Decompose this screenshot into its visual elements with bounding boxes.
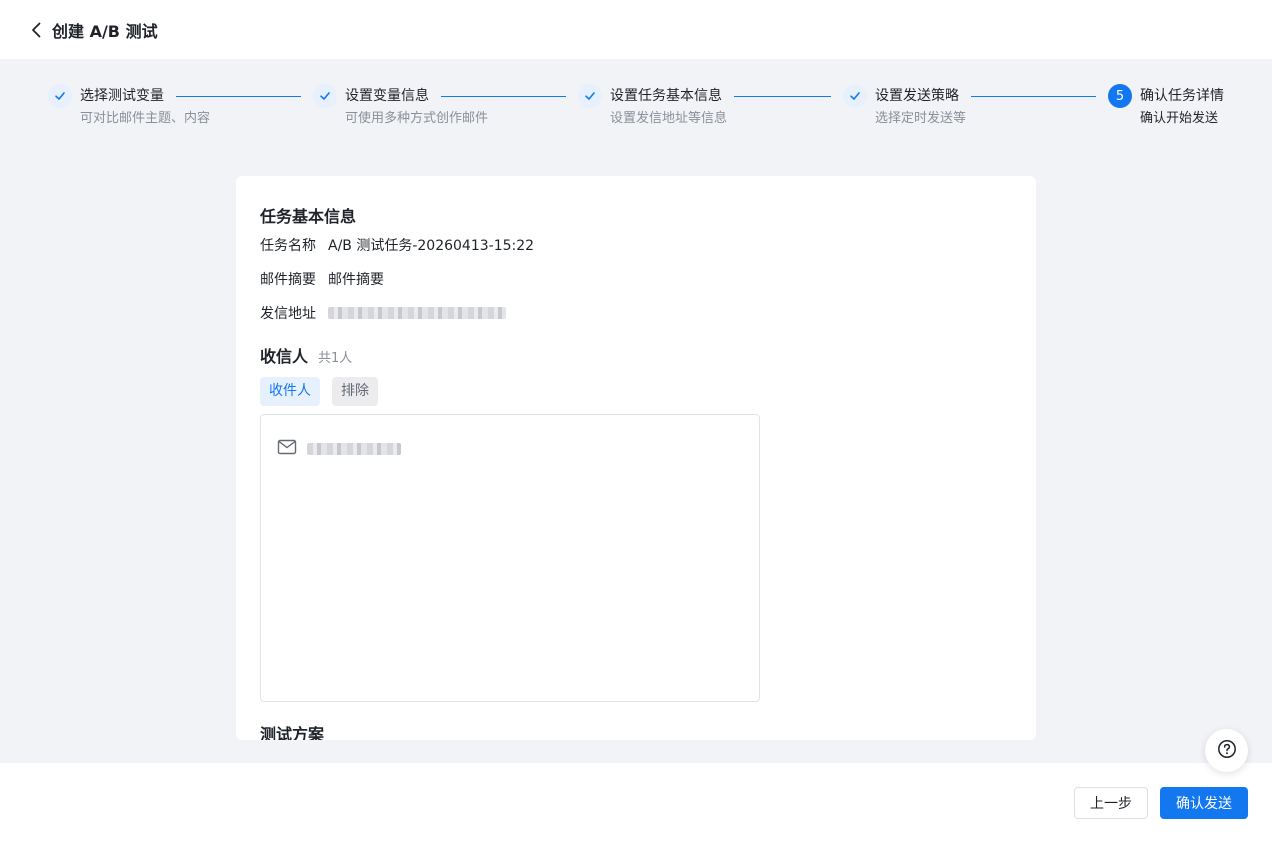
- test-plan-title: 测试方案: [260, 725, 325, 740]
- confirm-send-button[interactable]: 确认发送: [1160, 787, 1248, 819]
- recipients-count: 共1人: [318, 351, 353, 366]
- recipient-tabs: 收件人 排除: [260, 377, 378, 406]
- summary-field: 邮件摘要 邮件摘要: [260, 269, 384, 289]
- step-1: 选择测试变量 可对比邮件主题、内容: [48, 84, 210, 130]
- step-connector: [971, 96, 1096, 97]
- redacted-sender-address: [328, 307, 506, 319]
- sender-address-field: 发信地址: [260, 303, 506, 323]
- step-title: 设置变量信息: [345, 88, 429, 104]
- recipient-list[interactable]: [260, 414, 760, 702]
- list-item: [277, 439, 401, 459]
- mail-icon: [277, 439, 297, 459]
- step-desc: 设置发信地址等信息: [610, 111, 728, 126]
- step-title: 设置任务基本信息: [610, 88, 722, 104]
- field-label: 任务名称: [260, 238, 316, 254]
- step-desc: 选择定时发送等: [875, 111, 967, 126]
- page-title: 创建 A/B 测试: [52, 21, 158, 41]
- step-connector: [734, 96, 831, 97]
- back-arrow-icon[interactable]: [28, 21, 46, 39]
- recipients-title: 收信人 共1人: [260, 343, 352, 367]
- field-label: 邮件摘要: [260, 272, 316, 288]
- footer-bar: 上一步 确认发送: [0, 763, 1272, 843]
- check-icon: [48, 84, 72, 108]
- check-icon: [578, 84, 602, 108]
- tab-exclude[interactable]: 排除: [332, 377, 378, 406]
- step-4: 设置发送策略 选择定时发送等: [843, 84, 966, 130]
- check-icon: [843, 84, 867, 108]
- step-title: 确认任务详情: [1140, 88, 1224, 104]
- field-value: A/B 测试任务-20260413-15:22: [328, 238, 535, 254]
- basic-info-title: 任务基本信息: [260, 207, 357, 226]
- step-desc: 可使用多种方式创作邮件: [345, 111, 489, 126]
- help-icon: [1217, 739, 1237, 763]
- details-card: 任务基本信息 任务名称 A/B 测试任务-20260413-15:22 邮件摘要…: [236, 176, 1036, 740]
- page-header: 创建 A/B 测试: [0, 0, 1272, 59]
- task-name-field: 任务名称 A/B 测试任务-20260413-15:22: [260, 235, 534, 255]
- step-desc: 确认开始发送: [1140, 111, 1219, 126]
- step-number-badge: 5: [1108, 84, 1132, 108]
- redacted-recipient-email: [307, 443, 401, 455]
- field-value: 邮件摘要: [328, 272, 384, 288]
- step-5: 5 确认任务详情 确认开始发送: [1108, 84, 1224, 130]
- stepper: 选择测试变量 可对比邮件主题、内容 设置变量信息 可使用多种方式创作邮件 设置任…: [0, 84, 1272, 154]
- field-label: 发信地址: [260, 306, 316, 322]
- recipients-label: 收信人: [260, 347, 309, 366]
- step-desc: 可对比邮件主题、内容: [80, 111, 211, 126]
- help-button[interactable]: [1205, 729, 1248, 772]
- step-title: 设置发送策略: [875, 88, 959, 104]
- step-title: 选择测试变量: [80, 88, 164, 104]
- step-2: 设置变量信息 可使用多种方式创作邮件: [313, 84, 490, 130]
- step-3: 设置任务基本信息 设置发信地址等信息: [578, 84, 727, 130]
- tab-recipients[interactable]: 收件人: [260, 377, 320, 406]
- previous-step-button[interactable]: 上一步: [1074, 787, 1148, 819]
- check-icon: [313, 84, 337, 108]
